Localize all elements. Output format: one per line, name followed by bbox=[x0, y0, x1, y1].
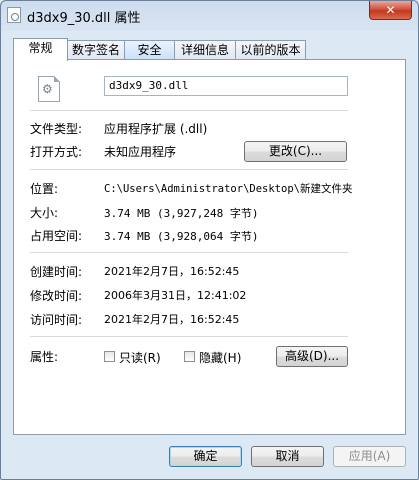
apply-button[interactable]: 应用(A) bbox=[333, 446, 406, 467]
location-label: 位置: bbox=[30, 182, 59, 196]
window-title: d3dx9_30.dll 属性 bbox=[27, 11, 141, 26]
general-panel: d3dx9_30.dll 文件类型: 应用程序扩展 (.dll) 打开方式: 未… bbox=[13, 59, 406, 435]
open-with-label: 打开方式: bbox=[30, 145, 83, 159]
hidden-checkbox[interactable] bbox=[184, 351, 195, 362]
ok-button[interactable]: 确定 bbox=[169, 446, 242, 467]
separator bbox=[30, 169, 348, 170]
accessed-label: 访问时间: bbox=[30, 313, 83, 327]
hidden-label[interactable]: 隐藏(H) bbox=[199, 349, 241, 366]
tab-security[interactable]: 安全 bbox=[124, 40, 175, 60]
modified-value: 2006年3月31日，12:41:02 bbox=[104, 289, 247, 302]
cancel-button[interactable]: 取消 bbox=[251, 446, 324, 467]
dll-file-icon bbox=[38, 76, 60, 102]
attributes-label: 属性: bbox=[30, 350, 59, 364]
size-label: 大小: bbox=[30, 206, 59, 220]
separator bbox=[30, 110, 348, 111]
file-name-field[interactable]: d3dx9_30.dll bbox=[104, 76, 348, 96]
properties-dialog: d3dx9_30.dll 属性 ✕ 常规 数字签名 安全 详细信息 以前的版本 … bbox=[0, 0, 419, 480]
separator bbox=[30, 336, 348, 337]
advanced-button[interactable]: 高级(D)... bbox=[276, 346, 348, 367]
modified-label: 修改时间: bbox=[30, 289, 83, 303]
close-button[interactable]: ✕ bbox=[369, 1, 412, 20]
size-on-disk-value: 3.74 MB (3,928,064 字节) bbox=[104, 230, 259, 243]
tab-details[interactable]: 详细信息 bbox=[174, 40, 236, 60]
file-icon bbox=[7, 7, 21, 23]
size-value: 3.74 MB (3,927,248 字节) bbox=[104, 207, 259, 220]
accessed-value: 2021年2月7日，16:52:45 bbox=[104, 313, 240, 326]
separator bbox=[30, 252, 348, 253]
file-type-value: 应用程序扩展 (.dll) bbox=[104, 122, 208, 136]
title-bar[interactable]: d3dx9_30.dll 属性 ✕ bbox=[1, 1, 418, 31]
open-with-value: 未知应用程序 bbox=[104, 145, 177, 159]
readonly-label[interactable]: 只读(R) bbox=[119, 349, 161, 366]
size-on-disk-label: 占用空间: bbox=[30, 229, 83, 243]
tab-general[interactable]: 常规 bbox=[13, 38, 68, 61]
tab-digital-signatures[interactable]: 数字签名 bbox=[67, 40, 125, 60]
location-value: C:\Users\Administrator\Desktop\新建文件夹 bbox=[104, 183, 353, 195]
change-button[interactable]: 更改(C)... bbox=[244, 141, 347, 162]
tab-previous-versions[interactable]: 以前的版本 bbox=[235, 40, 306, 60]
created-value: 2021年2月7日，16:52:45 bbox=[104, 265, 240, 278]
file-type-label: 文件类型: bbox=[30, 122, 83, 136]
created-label: 创建时间: bbox=[30, 265, 83, 279]
readonly-checkbox[interactable] bbox=[104, 351, 115, 362]
